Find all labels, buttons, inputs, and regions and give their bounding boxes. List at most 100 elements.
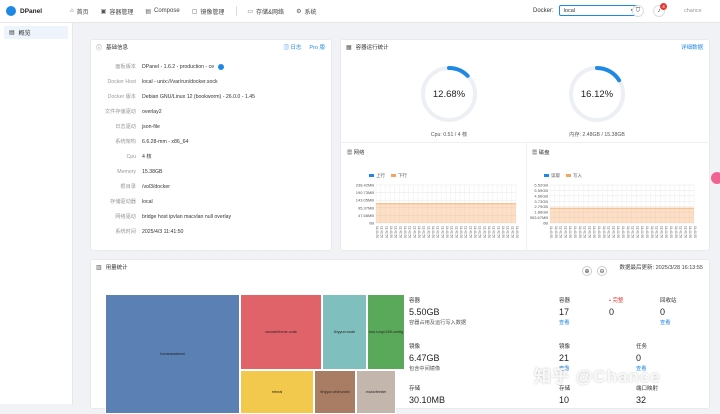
mem-percent: 16.12% [581, 89, 614, 100]
y-tick-label: 95.37MB [358, 205, 374, 210]
series-area [376, 203, 516, 223]
treemap-cell[interactable]: tinyyun:node [322, 294, 367, 370]
info-value: 4 核 [142, 154, 152, 160]
disk-panel: ▦ 磁盘 读取 写入 6.52GB 5.59GB 4.66GB 3.73GB 2.79G… [526, 142, 710, 252]
image-icon: ▢ [191, 8, 198, 15]
info-key: Docker Host [107, 78, 136, 85]
stat-ports: 端口映射 32 [636, 386, 659, 405]
info-value: /vol3/docker [142, 183, 170, 190]
basic-info-header: ⓘ 基础信息 ▥ 日志 Pro 版 [91, 40, 331, 54]
view-containers-link[interactable]: 查看 [559, 319, 570, 326]
info-value: json-file [142, 123, 160, 130]
nav-system[interactable]: ⚙ 系统 [296, 7, 316, 16]
x-tick-label: 11:41:50 [468, 226, 472, 238]
chart-icon: ▦ [346, 44, 352, 51]
info-row: 文件存储驱动 overlay2 [91, 104, 331, 119]
stat-recycle: 回收站 0 查看 [660, 298, 677, 326]
network-icon: ▦ [347, 150, 353, 156]
stat-storage-count: 存储 10 [559, 386, 571, 405]
detail-link[interactable]: 详细数据 [681, 43, 703, 51]
y-tick-label: 190.73MB [356, 190, 375, 195]
zoom-out-button[interactable]: ⊖ [597, 266, 607, 276]
x-tick-label: 11:41:50 [408, 226, 412, 238]
x-tick-label: 11:41:50 [573, 226, 577, 238]
usage-updated: 数据最后更新: 2025/3/28 16:13:55 [619, 265, 703, 271]
zoom-in-button[interactable]: ⊕ [582, 266, 592, 276]
storage-icon: ▭ [247, 8, 254, 15]
legend-down: 下行 [391, 173, 407, 179]
x-tick-label: 11:41:50 [436, 226, 440, 238]
cpu-percent: 12.68% [433, 89, 466, 100]
x-tick-label: 11:41:50 [683, 226, 687, 238]
x-tick-label: 11:41:50 [640, 226, 644, 238]
compose-icon: ▤ [145, 8, 151, 15]
log-link[interactable]: ▥ 日志 [283, 43, 301, 51]
y-tick-label: 4.66GB [534, 193, 548, 198]
treemap-cell[interactable]: rebeal [240, 370, 314, 414]
info-key: Memory [117, 168, 136, 175]
treemap-cell[interactable]: tinyyun:zhihumini [314, 370, 356, 414]
info-value: 6.6.28-mm - x86_64 [142, 138, 189, 145]
x-tick-label: 11:41:50 [482, 226, 486, 238]
home-icon: ⌂ [70, 8, 74, 14]
x-tick-label: 11:41:50 [688, 226, 692, 238]
x-tick-label: 11:41:50 [487, 226, 491, 238]
y-tick-label: 143.05MB [356, 198, 375, 203]
x-tick-label: 11:41:50 [568, 226, 572, 238]
y-tick-label: 2.79GB [534, 204, 548, 209]
info-row: Cpu 4 核 [91, 149, 331, 164]
basic-info-title: 基础信息 [106, 45, 129, 51]
treemap-cell[interactable]: tool-ruoyi:169.config [367, 294, 405, 370]
treemap-cell[interactable]: musicfeeder [356, 370, 396, 414]
stat-container-size: 容器 5.50GB 容器占用及运行写入数据 [409, 298, 467, 326]
user-name[interactable]: chance [684, 8, 702, 14]
usage-title: 用量统计 [105, 265, 128, 271]
x-tick-label: 11:41:50 [398, 226, 402, 238]
nav-containers[interactable]: ▣ 容器管理 [101, 7, 134, 16]
brand[interactable]: DPanel [0, 6, 70, 16]
info-value: bridge host ipvlan macvlan null overlay [142, 213, 232, 220]
nav-images[interactable]: ▢ 镜像管理 [192, 7, 225, 16]
x-tick-label: 11:41:50 [592, 226, 596, 238]
x-tick-label: 11:41:50 [650, 226, 654, 238]
info-key: 面板版本 [115, 64, 136, 70]
system-icon: ⚙ [296, 8, 302, 15]
treemap-cell[interactable]: homeassistant [105, 294, 240, 414]
disk-legend: 读取 写入 [544, 173, 582, 179]
x-tick-label: 11:41:50 [384, 226, 388, 238]
shield-button[interactable]: ⛉ [632, 5, 644, 17]
x-tick-label: 11:41:50 [375, 226, 379, 238]
dpanel-logo-icon [6, 6, 16, 16]
info-key: 文件存储驱动 [104, 109, 136, 115]
docker-label: Docker: [533, 7, 554, 14]
treemap-cell[interactable]: vscode/home.code [240, 294, 322, 370]
x-tick-label: 11:41:50 [674, 226, 678, 238]
docker-select[interactable]: local ▾ [558, 5, 639, 16]
sidebar-item-overview[interactable]: ▤ 概览 [4, 26, 68, 39]
x-tick-label: 11:41:50 [626, 226, 630, 238]
x-tick-label: 11:41:50 [611, 226, 615, 238]
runtime-title: 容器运行统计 [355, 45, 389, 51]
cpu-caption: Cpu: 0.51 / 4 核 [430, 132, 468, 138]
info-row: Docker Host local - unix:///var/run/docke… [91, 74, 331, 89]
x-tick-label: 11:41:50 [563, 226, 567, 238]
cpu-gauge: 12.68% Cpu: 0.51 / 4 核 [419, 64, 479, 138]
nav-home[interactable]: ⌂ 首页 [70, 7, 89, 16]
x-tick-label: 11:41:50 [454, 226, 458, 238]
floating-assistant-button[interactable] [711, 172, 720, 184]
pro-link[interactable]: Pro 版 [309, 43, 325, 51]
notification-badge: 4 [660, 3, 667, 10]
info-row: 日志驱动 json-file [91, 119, 331, 134]
x-tick-label: 11:41:50 [515, 226, 519, 238]
nav-storage[interactable]: ▭ 存储&网络 [247, 7, 284, 16]
basic-info-card: ⓘ 基础信息 ▥ 日志 Pro 版 面板版本 DPanel - 1.6.2 - p… [90, 39, 332, 251]
x-tick-label: 11:41:50 [659, 226, 663, 238]
x-tick-label: 11:41:50 [412, 226, 416, 238]
notification-button[interactable]: ♪ 4 [653, 3, 667, 17]
nav-compose[interactable]: ▤ Compose [145, 8, 179, 15]
x-tick-label: 11:41:50 [583, 226, 587, 238]
github-icon[interactable] [218, 63, 225, 70]
info-row: Memory 15.38GB [91, 164, 331, 179]
x-tick-label: 11:41:50 [492, 226, 496, 238]
view-recycle-link[interactable]: 查看 [660, 319, 677, 326]
